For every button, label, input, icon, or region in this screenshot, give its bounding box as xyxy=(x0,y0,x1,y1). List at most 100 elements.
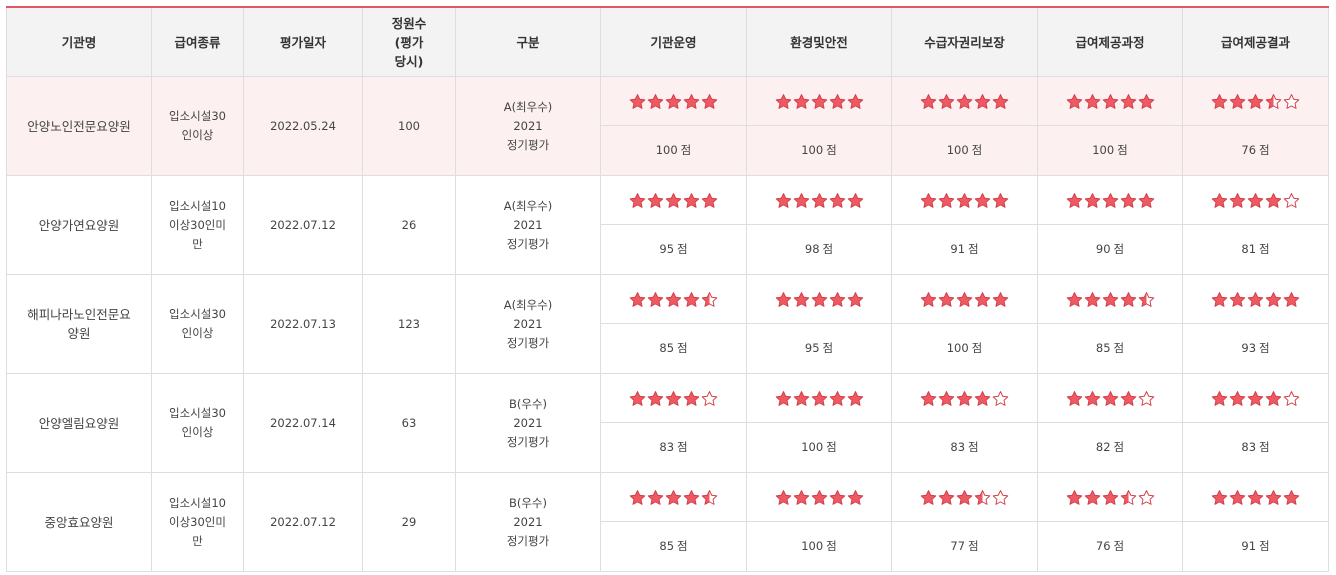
star-icon xyxy=(629,291,646,308)
score-benefit-process: 100 점 xyxy=(1037,125,1183,176)
capacity-text: 123 xyxy=(398,316,420,331)
institution-name-text: 해피나라노인전문요 양원 xyxy=(27,307,131,341)
evaluation-date-cell: 2022.05.24 xyxy=(243,76,363,176)
capacity-text: 100 xyxy=(398,118,420,133)
star-rating xyxy=(920,192,1009,209)
star-rating-institution-operation xyxy=(600,76,747,126)
star-rating xyxy=(1066,489,1155,506)
score-unit: 점 xyxy=(1259,341,1270,355)
score-value: 95 xyxy=(659,242,675,256)
score-value: 100 xyxy=(946,341,969,355)
score-value: 100 xyxy=(946,143,969,157)
score-value: 100 xyxy=(801,539,824,553)
score-value: 83 xyxy=(950,440,966,454)
star-icon xyxy=(1283,192,1300,209)
star-icon xyxy=(647,93,664,110)
institution-name-text: 중앙효요양원 xyxy=(44,514,114,530)
score-unit: 점 xyxy=(1259,539,1270,553)
score-value: 100 xyxy=(801,143,824,157)
score-unit: 점 xyxy=(968,440,979,454)
score-environment-safety: 98 점 xyxy=(746,224,892,275)
star-rating-recipient-rights xyxy=(891,373,1038,423)
score-benefit-result: 76 점 xyxy=(1182,125,1329,176)
star-icon xyxy=(647,291,664,308)
capacity-cell: 63 xyxy=(362,373,456,473)
score-unit: 점 xyxy=(677,341,688,355)
star-rating xyxy=(1066,291,1155,308)
star-rating xyxy=(1066,93,1155,110)
evaluation-date-text: 2022.07.12 xyxy=(270,217,336,232)
star-icon xyxy=(1066,291,1083,308)
star-icon xyxy=(938,291,955,308)
score-value: 83 xyxy=(659,440,675,454)
category-text: B(우수) 2021 정기평가 xyxy=(506,396,550,449)
star-icon xyxy=(1211,489,1228,506)
benefit-type-cell: 입소시설30 인이상 xyxy=(151,76,244,176)
star-rating-benefit-process xyxy=(1037,76,1183,126)
star-rating xyxy=(920,93,1009,110)
institution-name-cell: 해피나라노인전문요 양원 xyxy=(6,274,152,374)
evaluation-date-cell: 2022.07.12 xyxy=(243,472,363,572)
score-unit: 점 xyxy=(826,440,837,454)
star-icon xyxy=(1138,192,1155,209)
star-rating xyxy=(1211,192,1300,209)
star-rating-environment-safety xyxy=(746,373,892,423)
star-icon xyxy=(793,390,810,407)
star-rating xyxy=(920,390,1009,407)
score-institution-operation: 95 점 xyxy=(600,224,747,275)
table-row: 안양노인전문요양원 입소시설30 인이상 2022.05.24 100 A(최우수) 2… xyxy=(6,76,1329,176)
benefit-type-cell: 입소시설10 이상30인미 만 xyxy=(151,175,244,275)
star-rating xyxy=(1066,390,1155,407)
star-rating xyxy=(629,489,718,506)
star-icon xyxy=(683,93,700,110)
star-rating-environment-safety xyxy=(746,472,892,522)
star-icon xyxy=(1283,390,1300,407)
star-icon xyxy=(1102,489,1119,506)
star-icon xyxy=(1138,489,1155,506)
star-rating xyxy=(629,192,718,209)
capacity-cell: 29 xyxy=(362,472,456,572)
score-value: 82 xyxy=(1095,440,1111,454)
star-icon xyxy=(1265,192,1282,209)
header-benefit-result: 급여제공결과 xyxy=(1182,6,1329,77)
score-benefit-result: 93 점 xyxy=(1182,323,1329,374)
star-icon xyxy=(829,192,846,209)
star-icon xyxy=(647,489,664,506)
table-row: 안양가연요양원 입소시설10 이상30인미 만 2022.07.12 26 A(최우수)… xyxy=(6,175,1329,275)
evaluation-date-text: 2022.07.12 xyxy=(270,514,336,529)
score-environment-safety: 95 점 xyxy=(746,323,892,374)
score-recipient-rights: 83 점 xyxy=(891,422,1038,473)
star-icon xyxy=(992,489,1009,506)
star-icon xyxy=(665,93,682,110)
score-value: 91 xyxy=(950,242,966,256)
star-icon xyxy=(811,291,828,308)
category-cell: B(우수) 2021 정기평가 xyxy=(455,373,601,473)
score-value: 77 xyxy=(950,539,966,553)
score-unit: 점 xyxy=(1259,440,1270,454)
score-institution-operation: 85 점 xyxy=(600,521,747,572)
star-icon xyxy=(629,192,646,209)
star-icon xyxy=(1283,93,1300,110)
star-icon xyxy=(829,93,846,110)
category-text: A(최우수) 2021 정기평가 xyxy=(503,198,553,251)
star-rating-environment-safety xyxy=(746,274,892,324)
score-value: 76 xyxy=(1095,539,1111,553)
star-icon xyxy=(683,192,700,209)
star-icon xyxy=(829,390,846,407)
institution-name-cell: 안양엘림요양원 xyxy=(6,373,152,473)
star-rating-institution-operation xyxy=(600,175,747,225)
score-environment-safety: 100 점 xyxy=(746,521,892,572)
score-benefit-process: 82 점 xyxy=(1037,422,1183,473)
star-icon xyxy=(920,192,937,209)
score-institution-operation: 85 점 xyxy=(600,323,747,374)
score-unit: 점 xyxy=(1113,539,1125,553)
star-rating xyxy=(1211,390,1300,407)
star-rating-environment-safety xyxy=(746,76,892,126)
benefit-type-cell: 입소시설10 이상30인미 만 xyxy=(151,472,244,572)
star-icon xyxy=(683,291,700,308)
score-unit: 점 xyxy=(822,242,834,256)
star-rating-benefit-result xyxy=(1182,373,1329,423)
benefit-type-text: 입소시설10 이상30인미 만 xyxy=(169,495,226,548)
star-icon xyxy=(775,489,792,506)
score-unit: 점 xyxy=(971,143,983,157)
